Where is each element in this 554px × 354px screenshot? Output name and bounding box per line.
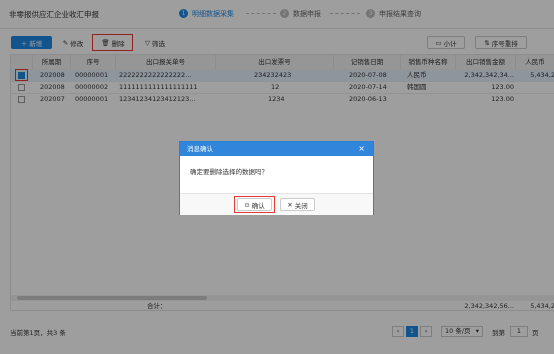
confirm-dialog: 消息确认 × 确定要删除选择的数据吗？ ⊙ 确认 ✕ 关闭 [179,141,374,215]
close-button-label: 关闭 [294,201,308,210]
x-icon: ✕ [287,200,293,209]
close-button[interactable]: ✕ 关闭 [280,198,315,211]
dialog-title: 消息确认 [187,145,213,153]
dialog-header: 消息确认 × [180,142,373,156]
dialog-footer: ⊙ 确认 ✕ 关闭 [180,193,373,215]
close-icon[interactable]: × [358,142,365,156]
dialog-message: 确定要删除选择的数据吗？ [190,168,268,176]
confirm-highlight-box [234,196,275,213]
